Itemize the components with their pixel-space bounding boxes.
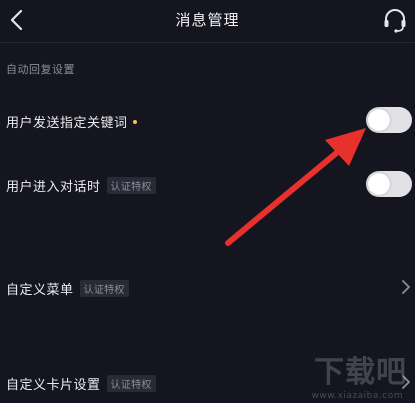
- custom-card-row[interactable]: 自定义卡片设置 认证特权: [6, 374, 156, 393]
- watermark-logo: 下载吧: [314, 355, 407, 390]
- headset-icon: [384, 9, 406, 33]
- certified-privilege-badge: 认证特权: [79, 280, 129, 297]
- chevron-right-icon: [402, 280, 410, 294]
- certified-privilege-badge: 认证特权: [106, 177, 156, 194]
- enter-conversation-row: 用户进入对话时 认证特权: [6, 176, 156, 195]
- enter-conversation-toggle[interactable]: [366, 171, 412, 197]
- customer-support-button[interactable]: [381, 7, 409, 35]
- custom-menu-row[interactable]: 自定义菜单 认证特权: [6, 279, 129, 298]
- certified-privilege-badge: 认证特权: [106, 375, 156, 392]
- toggle-knob: [368, 109, 390, 131]
- custom-menu-chevron[interactable]: [401, 279, 411, 295]
- page-title: 消息管理: [175, 11, 240, 29]
- enter-conversation-label: 用户进入对话时: [6, 180, 101, 195]
- keyword-reply-toggle[interactable]: [366, 107, 412, 133]
- auto-reply-section-label: 自动回复设置: [6, 63, 75, 76]
- watermark-url: www.xiazaiba.com: [311, 391, 403, 401]
- keyword-reply-row: 用户发送指定关键词: [6, 112, 137, 131]
- message-management-screen: 消息管理 自动回复设置 用户发送指定关键词 用户进入对话时 认证特权 自定义菜单认…: [0, 0, 415, 403]
- new-indicator-dot: [132, 120, 137, 124]
- keyword-reply-label: 用户发送指定关键词: [6, 116, 128, 131]
- toggle-knob: [368, 173, 390, 195]
- top-bar: 消息管理: [0, 0, 415, 43]
- custom-card-label: 自定义卡片设置: [6, 378, 101, 393]
- custom-menu-label: 自定义菜单: [6, 283, 74, 298]
